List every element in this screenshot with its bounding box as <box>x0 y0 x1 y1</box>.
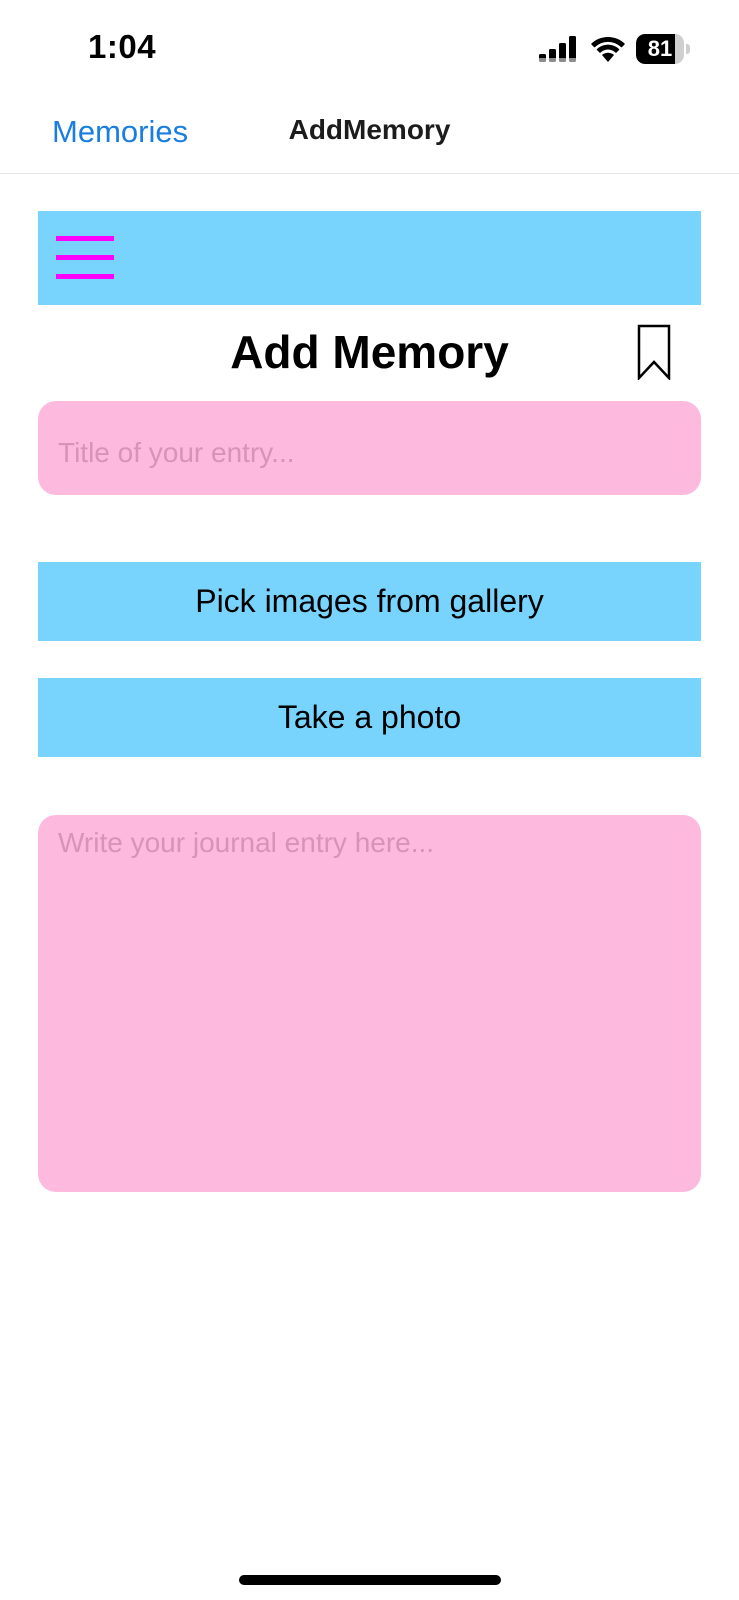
journal-entry-input[interactable] <box>38 815 701 1192</box>
menu-line <box>56 274 114 279</box>
menu-line <box>56 255 114 260</box>
battery-tip <box>686 44 690 54</box>
page-title: Add Memory <box>230 326 509 378</box>
take-photo-button[interactable]: Take a photo <box>38 678 701 757</box>
home-indicator[interactable] <box>239 1575 501 1585</box>
hamburger-menu-icon[interactable] <box>56 236 114 280</box>
menu-line <box>56 236 114 241</box>
status-time: 1:04 <box>88 28 157 65</box>
status-bar: 1:04 81 <box>0 0 739 96</box>
bookmark-icon[interactable] <box>636 324 672 380</box>
battery-icon: 81 <box>636 34 690 64</box>
battery-body: 81 <box>636 34 684 64</box>
navigation-header: Memories AddMemory <box>0 96 739 174</box>
title-input[interactable] <box>38 401 701 495</box>
wifi-icon <box>591 36 625 62</box>
add-memory-screen: 1:04 81 Memories AddMemory Add Memory Ti… <box>0 0 739 1600</box>
top-toolbar <box>38 211 701 305</box>
signal-icon <box>539 36 576 62</box>
battery-level: 81 <box>647 36 673 61</box>
pick-images-button[interactable]: Pick images from gallery <box>38 562 701 641</box>
nav-title: AddMemory <box>288 114 451 145</box>
